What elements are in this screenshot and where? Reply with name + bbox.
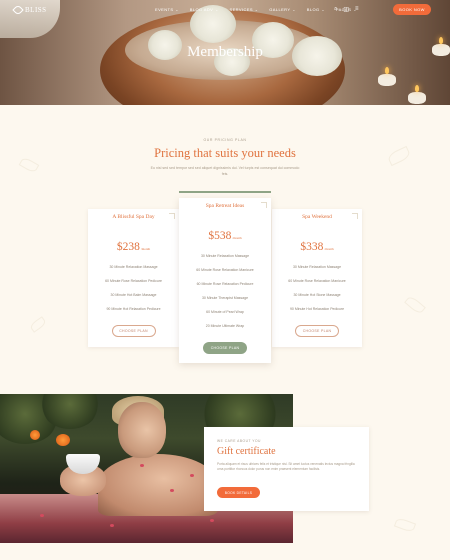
chevron-down-icon: ⌄ [292, 7, 296, 12]
plan-feature: 30 Minute Relaxation Massage [200, 254, 250, 258]
pricing-card: Spa Weekend $338/month 30 Minute Relaxat… [272, 209, 362, 347]
search-icon[interactable]: ⌕ [334, 6, 337, 13]
plan-feature: 60 Minute Rose Relaxation Pedicure [105, 279, 162, 283]
gift-text: Porta aliquam et risus ultrices felis et… [217, 462, 355, 471]
main-nav: EVENTS ⌄ BLOG ADV ⌄ SERVICES ⌄ GALLERY ⌄ BLO… [155, 7, 357, 12]
nav-label: BLOG ADV [189, 7, 214, 12]
orange-image [30, 430, 40, 440]
pricing-eyebrow: OUR PRICING PLAN [203, 138, 247, 142]
plan-price: $338/month [272, 237, 362, 255]
nav-label: EVENTS [155, 7, 174, 12]
gift-eyebrow: WE CARE ABOUT YOU [217, 439, 261, 443]
face-image [118, 402, 166, 458]
choose-plan-button[interactable]: CHOOSE PLAN [203, 342, 247, 354]
choose-plan-button[interactable]: CHOOSE PLAN [111, 325, 156, 337]
plan-feature: 60 Minute Rose Relaxation Manicure [288, 279, 346, 283]
plan-feature: 30 Minute Hot Balm Massage [110, 293, 157, 297]
price-amount: $238 [116, 241, 140, 253]
plan-feature: 90 Minute Hot Relaxation Pedicure [289, 307, 345, 311]
plan-feature: 30 Minute Relaxation Massage [109, 265, 158, 269]
petal-image [40, 514, 44, 517]
chevron-down-icon: ⌄ [321, 7, 325, 12]
gift-certificate-card: WE CARE ABOUT YOU Gift certificate Porta… [204, 427, 369, 511]
flame-icon [415, 85, 419, 92]
plan-tab-indicator [179, 191, 271, 193]
nav-item-blog-adv[interactable]: BLOG ADV ⌄ [190, 7, 219, 12]
plan-feature: 60 Minute Rose Relaxation Pedicure [196, 282, 254, 286]
nav-item-gallery[interactable]: GALLERY ⌄ [269, 7, 296, 12]
gift-title: Gift certificate [217, 446, 276, 457]
book-details-button[interactable]: BOOK DETAILS [217, 487, 260, 498]
petal-image [210, 519, 214, 522]
page-title: Membership [187, 44, 263, 60]
petal-image [110, 524, 114, 527]
logo-text: BLISS [25, 6, 47, 14]
chevron-down-icon: ⌄ [215, 7, 219, 12]
nav-item-events[interactable]: EVENTS ⌄ [155, 7, 179, 12]
nav-label: SERVICES [229, 7, 253, 12]
choose-plan-button[interactable]: CHOOSE PLAN [295, 325, 339, 337]
plan-feature: 30 Minute Relaxation Massage [292, 265, 342, 269]
plan-name: Spa Weekend [302, 214, 332, 220]
leaf-decoration [28, 316, 48, 333]
orange-image [56, 434, 70, 446]
flame-icon [385, 67, 389, 74]
book-now-button[interactable]: BOOK NOW [393, 4, 431, 15]
petal-image [170, 489, 174, 492]
leaf-decoration [404, 294, 426, 316]
chevron-down-icon: ⌄ [175, 7, 179, 12]
flame-icon [439, 37, 443, 44]
hero-banner: BLISS EVENTS ⌄ BLOG ADV ⌄ SERVICES ⌄ GALLER… [0, 0, 450, 105]
lotus-logo-icon [12, 4, 24, 16]
person-image [98, 454, 218, 516]
petal-image [140, 464, 144, 467]
plan-feature: 30 Minute Hot Stone Massage [293, 293, 341, 297]
price-amount: $338 [300, 241, 324, 253]
pricing-subtitle: Eu nisl sed sed tempor sed sed aliquet d… [150, 166, 300, 176]
plan-feature: 60 Minute of Pearl Wrap [206, 310, 244, 314]
plan-price: $238/month [88, 237, 179, 255]
header-icons: ⌕ ◫ ≡ [334, 6, 359, 13]
menu-icon[interactable]: ≡ [355, 6, 359, 13]
nav-label: GALLERY [269, 7, 291, 12]
leaf-decoration [393, 516, 417, 534]
petal-image [190, 474, 194, 477]
plan-price: $538/month [179, 226, 271, 244]
logo[interactable]: BLISS [12, 4, 47, 16]
plan-feature: 20 Minute Ultimate Wrap [205, 324, 245, 328]
pricing-card: A Blissful Spa Day $238/month 30 Minute … [88, 209, 179, 347]
nav-label: BLOG [306, 7, 320, 12]
candle-image [378, 74, 396, 86]
plan-feature: 30 Minute Therapist Massage [201, 296, 249, 300]
price-period: /month [232, 236, 242, 240]
candle-image [408, 92, 426, 104]
nav-item-blog[interactable]: BLOG ⌄ [307, 7, 325, 12]
pricing-title: Pricing that suits your needs [154, 146, 296, 160]
plan-feature: 90 Minute Hot Relaxation Pedicure [106, 307, 161, 311]
price-amount: $538 [208, 230, 232, 242]
price-period: /month [140, 247, 151, 251]
nav-item-services[interactable]: SERVICES ⌄ [230, 7, 259, 12]
plan-name: Spa Retreat Ideas [205, 203, 245, 209]
bag-icon[interactable]: ◫ [343, 6, 349, 13]
price-period: /month [324, 247, 334, 251]
chevron-down-icon: ⌄ [254, 7, 259, 12]
plan-feature: 60 Minute Rose Relaxation Manicure [196, 268, 254, 272]
plan-name: A Blissful Spa Day [112, 214, 155, 220]
pricing-card-featured: Spa Retreat Ideas $538/month 30 Minute R… [179, 198, 271, 363]
